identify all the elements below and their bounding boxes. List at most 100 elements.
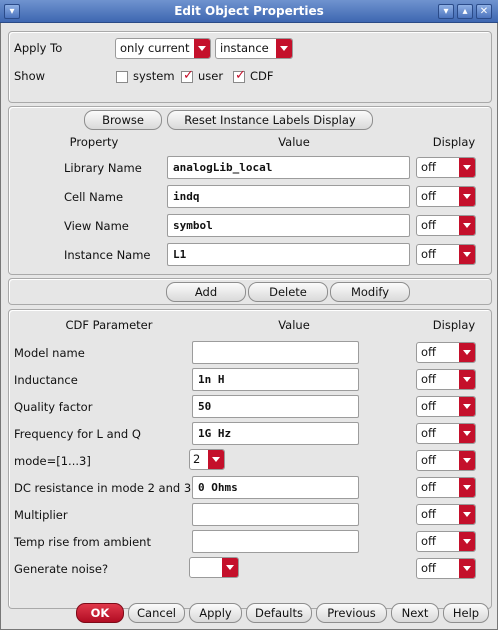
cdf-value-field[interactable]	[192, 503, 359, 526]
add-button[interactable]: Add	[166, 282, 246, 302]
dropdown-arrow-icon	[222, 558, 238, 577]
previous-button[interactable]: Previous	[316, 603, 387, 623]
delete-button[interactable]: Delete	[248, 282, 328, 302]
property-label: View Name	[64, 219, 129, 233]
cdf-param-label: Quality factor	[14, 400, 93, 414]
display-value: off	[421, 218, 436, 232]
checkbox-label: CDF	[250, 69, 274, 83]
property-header: Property	[69, 135, 119, 149]
property-value-field[interactable]: L1	[167, 243, 410, 266]
display-select[interactable]: off	[416, 477, 476, 498]
cdf-value-field[interactable]	[192, 341, 359, 364]
cdf-param-label: mode=[1...3]	[14, 454, 91, 468]
ok-button[interactable]: OK	[76, 603, 124, 623]
cdf-value-field[interactable]: 0 Ohms	[192, 476, 359, 499]
display-select[interactable]: off	[416, 215, 476, 236]
apply-show-panel: Apply To only current instance Show syst…	[8, 31, 492, 103]
display-value: off	[421, 426, 436, 440]
browse-button[interactable]: Browse	[84, 110, 162, 130]
minimize-icon[interactable]: ▾	[438, 4, 454, 19]
close-icon[interactable]: ✕	[476, 4, 492, 19]
cdf-param-label: Generate noise?	[14, 562, 109, 576]
dropdown-arrow-icon	[276, 39, 292, 58]
cdf-param-label: Multiplier	[14, 508, 68, 522]
value-header: Value	[278, 135, 310, 149]
dropdown-arrow-icon	[459, 451, 475, 470]
cdf-value-select[interactable]	[189, 557, 239, 578]
apply-type-select[interactable]: instance	[215, 38, 293, 59]
dropdown-arrow-icon	[459, 370, 475, 389]
cdf-param-label: Frequency for L and Q	[14, 427, 141, 441]
checkbox-label: system	[133, 69, 175, 83]
actions-panel: Add Delete Modify	[8, 278, 492, 305]
help-button[interactable]: Help	[443, 603, 489, 623]
property-value-field[interactable]: indq	[167, 185, 410, 208]
display-select[interactable]: off	[416, 504, 476, 525]
checkbox-cdf[interactable]: ✓	[233, 68, 246, 83]
show-label: Show	[14, 69, 46, 83]
cdf-value-field[interactable]: 1G Hz	[192, 422, 359, 445]
checkbox-system[interactable]	[116, 71, 128, 83]
checkmark-icon: ✓	[183, 68, 194, 83]
display-select[interactable]: off	[416, 157, 476, 178]
display-select[interactable]: off	[416, 558, 476, 579]
checkmark-icon: ✓	[235, 68, 246, 83]
display-select[interactable]: off	[416, 244, 476, 265]
apply-to-label: Apply To	[14, 41, 63, 55]
display-select[interactable]: off	[416, 450, 476, 471]
cdf-display-header: Display	[432, 318, 476, 332]
display-value: off	[421, 480, 436, 494]
cancel-button[interactable]: Cancel	[128, 603, 185, 623]
cdf-value-select[interactable]: 2	[189, 449, 225, 470]
display-select[interactable]: off	[416, 342, 476, 363]
maximize-icon[interactable]: ▴	[457, 4, 473, 19]
reset-labels-button[interactable]: Reset Instance Labels Display	[167, 110, 373, 130]
display-select[interactable]: off	[416, 531, 476, 552]
dropdown-arrow-icon	[459, 343, 475, 362]
display-select[interactable]: off	[416, 186, 476, 207]
cdf-value-field[interactable]: 50	[192, 395, 359, 418]
cdf-param-label: Inductance	[14, 373, 78, 387]
property-value-field[interactable]: analogLib_local	[167, 156, 410, 179]
display-value: off	[421, 534, 436, 548]
dropdown-arrow-icon	[459, 216, 475, 235]
cdf-param-label: Temp rise from ambient	[14, 535, 151, 549]
dropdown-arrow-icon	[459, 559, 475, 578]
defaults-button[interactable]: Defaults	[246, 603, 312, 623]
cdf-select-value: 2	[193, 452, 201, 466]
apply-button[interactable]: Apply	[189, 603, 242, 623]
apply-scope-select[interactable]: only current	[115, 38, 211, 59]
checkbox-user[interactable]: ✓	[181, 68, 194, 83]
cdf-param-label: DC resistance in mode 2 and 3	[14, 481, 192, 495]
title-bar: ▾ Edit Object Properties ▾ ▴ ✕	[0, 0, 498, 23]
property-value-field[interactable]: symbol	[167, 214, 410, 237]
display-select[interactable]: off	[416, 423, 476, 444]
dropdown-arrow-icon	[459, 478, 475, 497]
dropdown-arrow-icon	[459, 158, 475, 177]
display-value: off	[421, 561, 436, 575]
cdf-value-field[interactable]: 1n H	[192, 368, 359, 391]
display-select[interactable]: off	[416, 369, 476, 390]
window-title: Edit Object Properties	[174, 4, 324, 18]
display-value: off	[421, 345, 436, 359]
apply-scope-value: only current	[120, 41, 190, 55]
modify-button[interactable]: Modify	[330, 282, 410, 302]
dropdown-arrow-icon	[459, 424, 475, 443]
cdf-value-field[interactable]	[192, 530, 359, 553]
apply-type-value: instance	[220, 41, 269, 55]
property-label: Library Name	[64, 161, 142, 175]
cdf-panel: CDF Parameter Value Display Model name of…	[8, 309, 492, 609]
display-value: off	[421, 189, 436, 203]
cdf-param-header: CDF Parameter	[65, 318, 153, 332]
display-value: off	[421, 247, 436, 261]
dropdown-arrow-icon	[194, 39, 210, 58]
property-panel: Browse Reset Instance Labels Display Pro…	[8, 106, 492, 275]
display-value: off	[421, 399, 436, 413]
display-value: off	[421, 453, 436, 467]
dropdown-arrow-icon	[208, 450, 224, 469]
next-button[interactable]: Next	[391, 603, 439, 623]
checkbox-label: user	[198, 69, 224, 83]
display-select[interactable]: off	[416, 396, 476, 417]
cdf-value-header: Value	[278, 318, 310, 332]
dropdown-arrow-icon	[459, 187, 475, 206]
